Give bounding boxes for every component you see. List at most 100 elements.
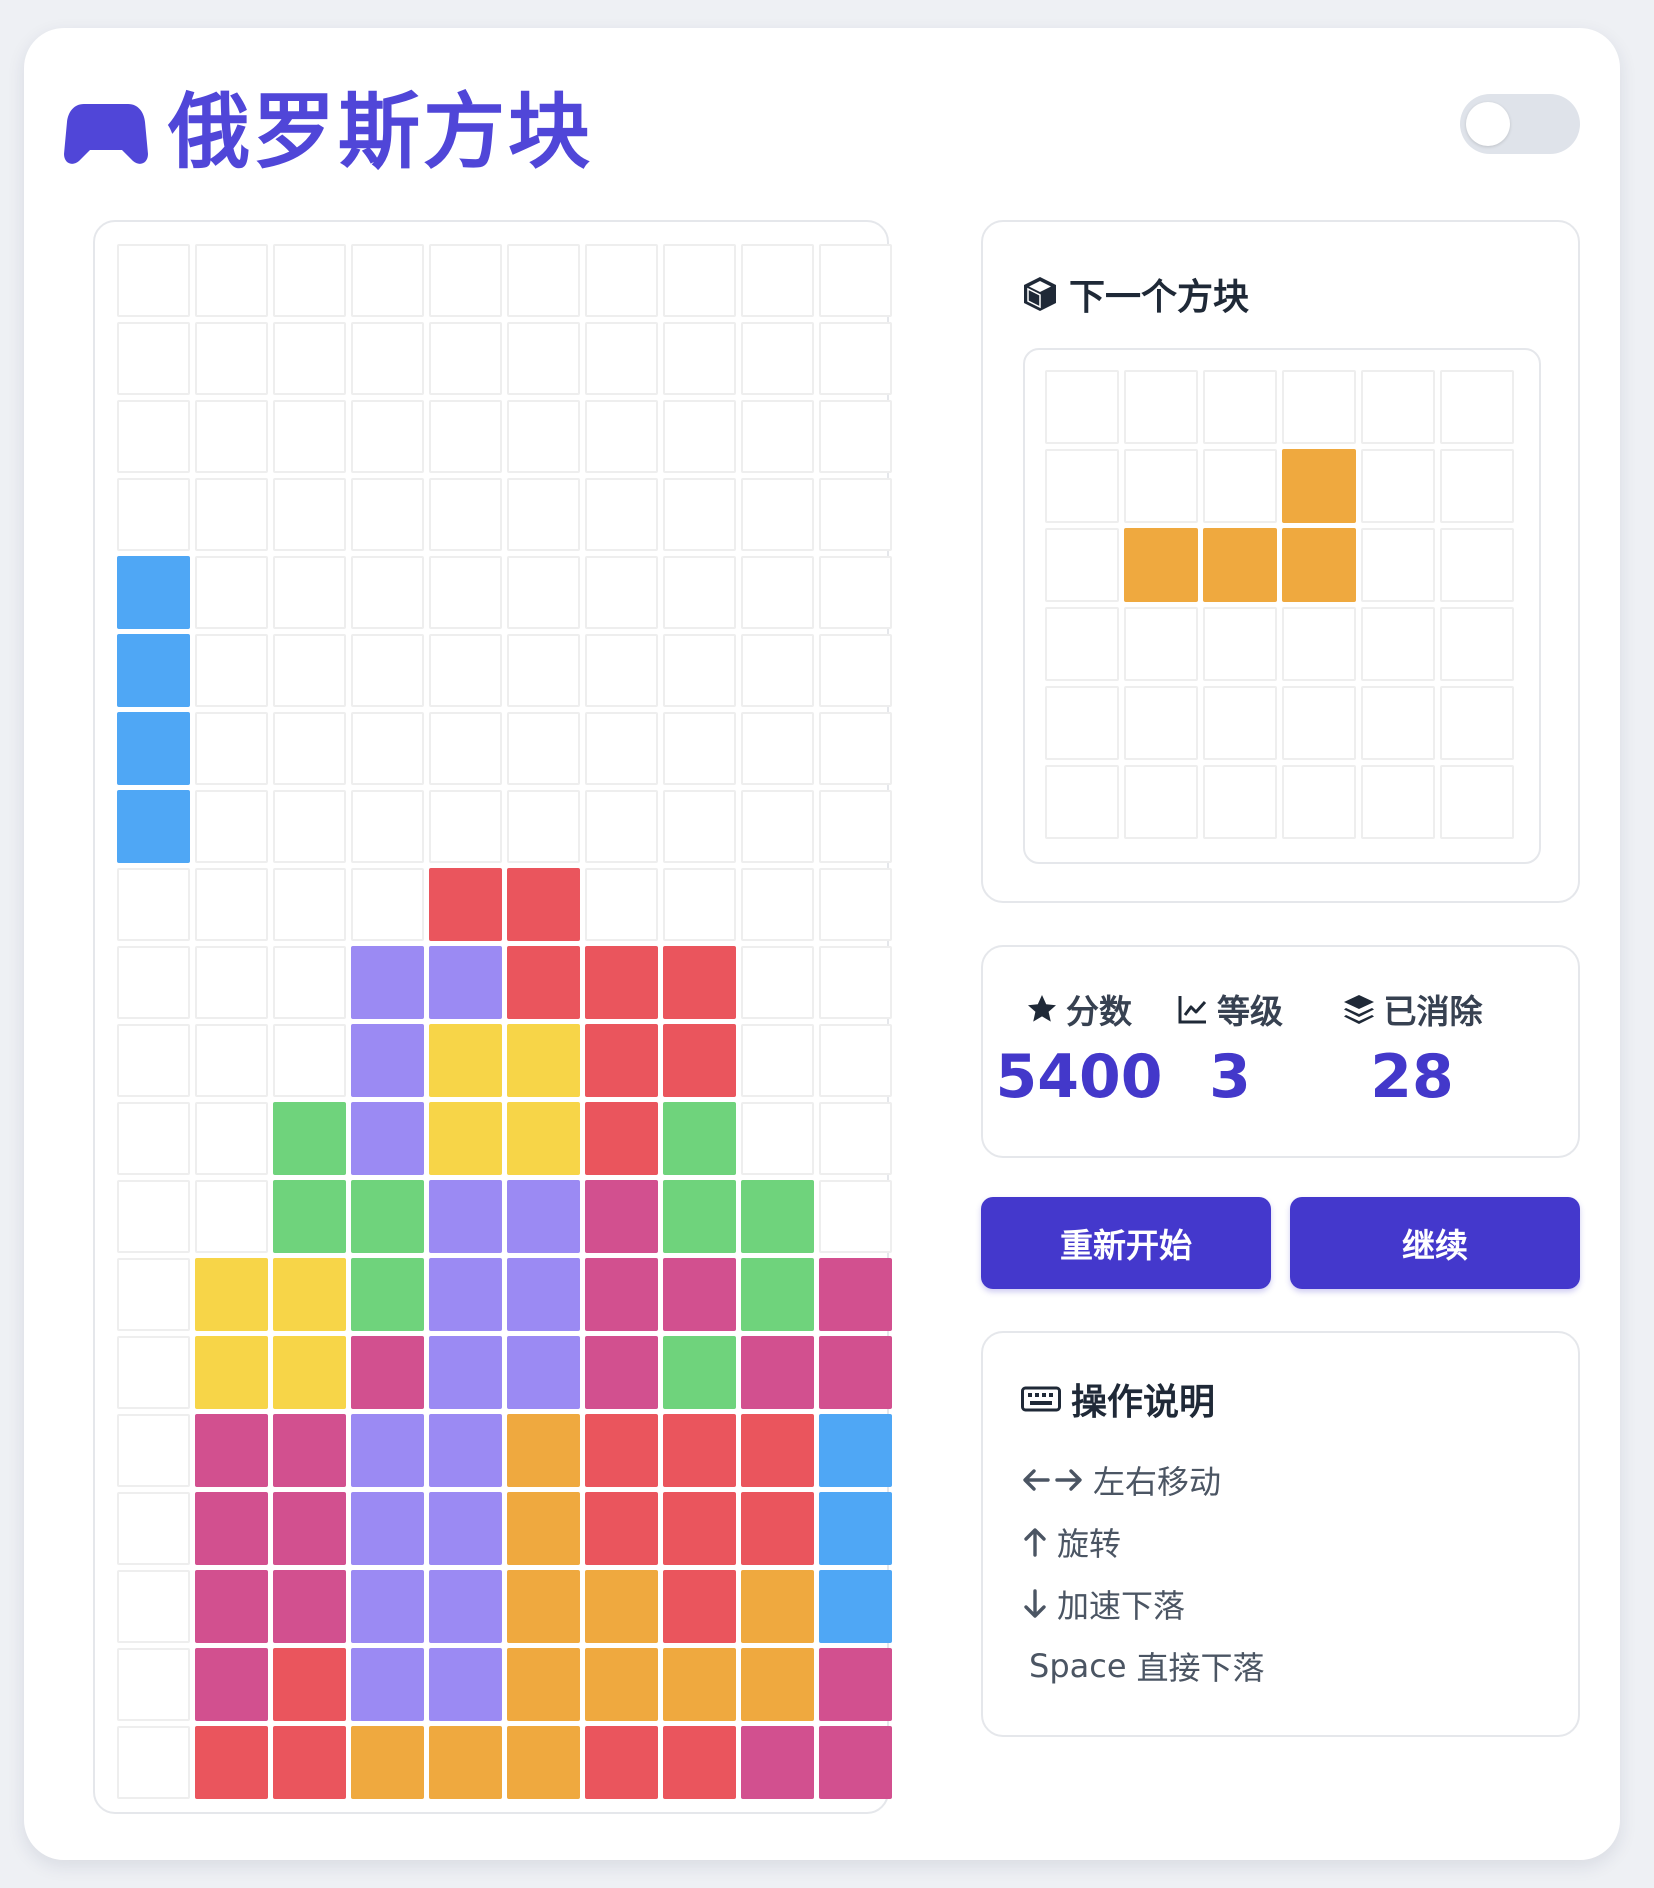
board-cell — [429, 1180, 502, 1253]
level-label: 等级 — [1217, 992, 1283, 1031]
board-cell — [117, 1024, 190, 1097]
board-cell — [741, 400, 814, 473]
keyboard-icon — [1021, 1386, 1061, 1412]
board-cell — [195, 478, 268, 551]
help-item-move: 左右移动 — [1021, 1449, 1265, 1511]
stats-panel: 分数 5400 等级 3 已消除 28 — [981, 945, 1580, 1158]
toggle-knob — [1466, 102, 1510, 146]
board-cell — [273, 790, 346, 863]
board-cell — [585, 1414, 658, 1487]
board-cell — [195, 1102, 268, 1175]
board-cell — [507, 1258, 580, 1331]
board-cell — [117, 478, 190, 551]
board-cell — [819, 1414, 892, 1487]
board-cell — [663, 1726, 736, 1799]
board-cell — [819, 400, 892, 473]
gamepad-icon — [64, 104, 148, 164]
board-cell — [819, 1570, 892, 1643]
board-cell — [663, 634, 736, 707]
board-cell — [273, 322, 346, 395]
board-cell — [273, 868, 346, 941]
board-cell — [663, 790, 736, 863]
board-cell — [117, 1648, 190, 1721]
theme-toggle[interactable] — [1460, 94, 1580, 154]
board-cell — [117, 1102, 190, 1175]
board-cell — [663, 400, 736, 473]
board-cell — [117, 1180, 190, 1253]
help-item-rotate: 旋转 — [1021, 1511, 1265, 1573]
board-cell — [351, 1258, 424, 1331]
board-cell — [507, 244, 580, 317]
header: 俄罗斯方块 — [64, 78, 593, 188]
board-cell — [663, 1648, 736, 1721]
board-cell — [195, 1492, 268, 1565]
board-cell — [585, 1336, 658, 1409]
restart-button[interactable]: 重新开始 — [981, 1197, 1271, 1289]
board-cell — [741, 1024, 814, 1097]
board-cell — [429, 1414, 502, 1487]
board-cell — [117, 1258, 190, 1331]
board-cell — [741, 1726, 814, 1799]
board-cell — [195, 556, 268, 629]
page-title: 俄罗斯方块 — [168, 85, 594, 180]
board-cell — [351, 244, 424, 317]
board-cell — [429, 712, 502, 785]
board-cell — [585, 1258, 658, 1331]
game-card: 俄罗斯方块 下一个方块 分数 5400 等级 3 已消除 28 重新开始 继续 … — [24, 28, 1620, 1860]
board-cell — [663, 868, 736, 941]
cube-icon — [1024, 277, 1056, 311]
board-cell — [195, 634, 268, 707]
board-cell — [585, 1102, 658, 1175]
board-cell — [429, 400, 502, 473]
board-cell — [507, 1492, 580, 1565]
next-piece-cell — [1124, 449, 1198, 523]
next-piece-cell — [1361, 765, 1435, 839]
help-rotate-text: 旋转 — [1057, 1525, 1122, 1563]
help-soft-drop-text: 加速下落 — [1057, 1587, 1186, 1625]
next-piece-cell — [1361, 528, 1435, 602]
board-cell — [663, 1102, 736, 1175]
board-cell — [273, 1024, 346, 1097]
board-cell — [507, 1414, 580, 1487]
board-cell — [117, 868, 190, 941]
board-cell — [507, 1180, 580, 1253]
next-piece-cell — [1124, 528, 1198, 602]
board-cell — [585, 1570, 658, 1643]
next-piece-cell — [1203, 686, 1277, 760]
board-cell — [117, 790, 190, 863]
board-cell — [429, 1570, 502, 1643]
board-cell — [273, 1726, 346, 1799]
game-board[interactable] — [117, 244, 892, 1799]
next-piece-cell — [1124, 607, 1198, 681]
next-piece-cell — [1045, 765, 1119, 839]
board-cell — [117, 400, 190, 473]
board-cell — [273, 1180, 346, 1253]
board-cell — [351, 400, 424, 473]
board-cell — [117, 1492, 190, 1565]
board-cell — [741, 244, 814, 317]
help-move-text: 左右移动 — [1093, 1463, 1222, 1501]
board-cell — [663, 244, 736, 317]
help-hard-drop-text: 直接下落 — [1136, 1649, 1265, 1687]
board-cell — [741, 634, 814, 707]
board-cell — [273, 1414, 346, 1487]
game-board-panel — [93, 220, 892, 1814]
resume-button[interactable]: 继续 — [1290, 1197, 1580, 1289]
board-cell — [273, 1258, 346, 1331]
next-piece-panel: 下一个方块 — [981, 220, 1580, 903]
board-cell — [273, 634, 346, 707]
board-cell — [117, 1336, 190, 1409]
board-cell — [273, 1492, 346, 1565]
board-cell — [195, 946, 268, 1019]
board-cell — [585, 400, 658, 473]
star-icon — [1028, 995, 1056, 1022]
board-cell — [273, 556, 346, 629]
board-cell — [429, 1648, 502, 1721]
board-cell — [351, 946, 424, 1019]
arrow-up-icon — [1024, 1528, 1046, 1557]
next-piece-cell — [1440, 765, 1514, 839]
board-cell — [117, 634, 190, 707]
next-piece-cell — [1124, 765, 1198, 839]
lines-label: 已消除 — [1383, 992, 1483, 1031]
board-cell — [663, 1492, 736, 1565]
